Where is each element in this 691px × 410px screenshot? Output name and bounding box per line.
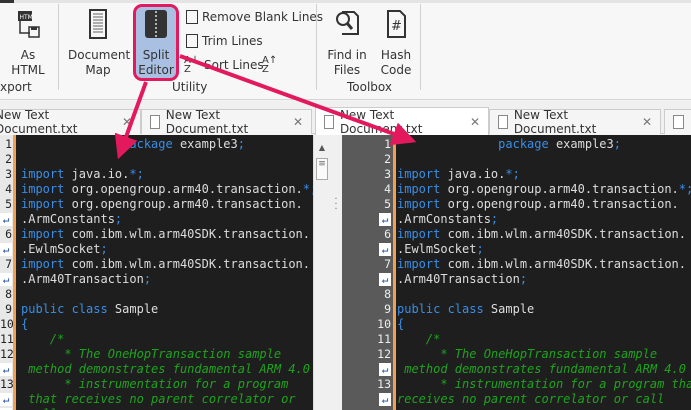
annotation-arrows [114,54,417,160]
arrow-to-left-pane [114,81,148,160]
arrow-to-right-pane [179,54,417,146]
